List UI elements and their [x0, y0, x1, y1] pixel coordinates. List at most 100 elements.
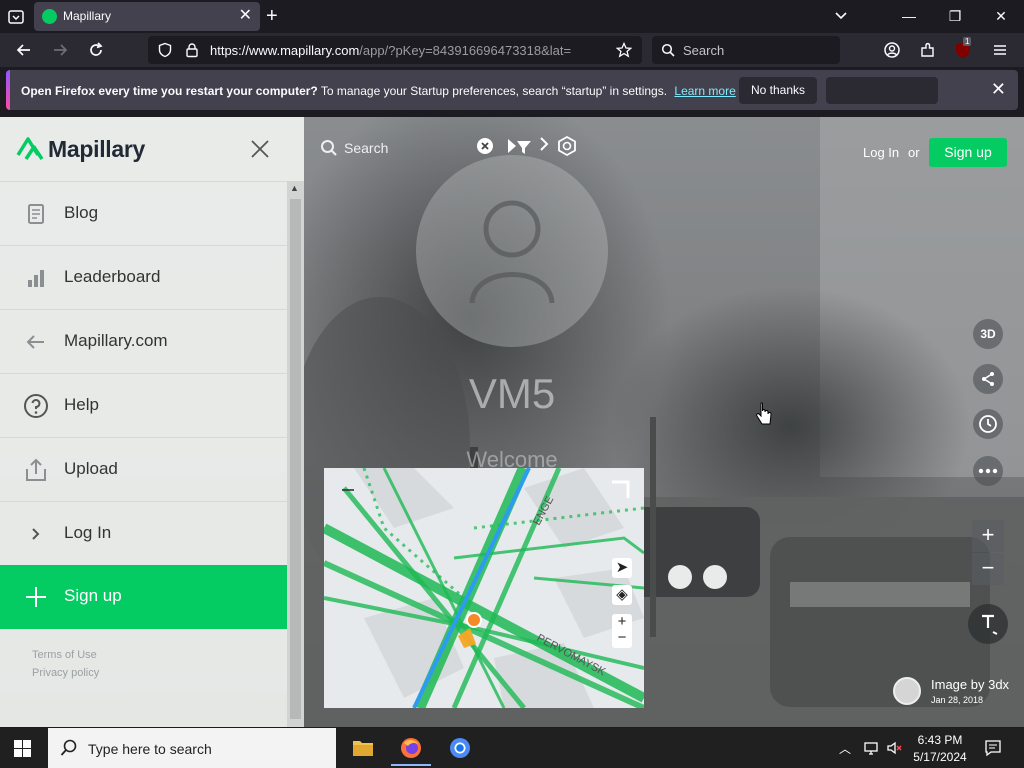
arrow-left-icon	[26, 335, 44, 349]
brand-name: Mapillary	[48, 135, 146, 162]
sidebar-item-label: Upload	[64, 459, 118, 478]
hamburger-menu-icon[interactable]	[990, 40, 1010, 60]
sidebar-item-signup[interactable]: Sign up	[0, 565, 287, 629]
3d-mode-button[interactable]: 3D	[973, 319, 1003, 349]
layers-icon[interactable]: ◈	[612, 585, 632, 605]
sidebar-item-label: Help	[64, 395, 99, 414]
minimize-window-icon[interactable]: —	[894, 4, 924, 28]
mapillary-favicon-icon	[42, 9, 57, 24]
filter-icon[interactable]	[506, 135, 536, 157]
extensions-puzzle-icon[interactable]	[918, 40, 938, 60]
chevron-right-icon	[32, 528, 40, 540]
chevron-up-icon[interactable]: ︿	[839, 740, 855, 756]
mapillary-logo[interactable]: Mapillary	[16, 135, 145, 163]
minimap-canvas[interactable]: ENGE PERVOMAYSK	[324, 468, 644, 708]
notification-center-icon[interactable]	[984, 739, 1002, 757]
search-icon	[60, 739, 77, 756]
set-startup-button[interactable]	[826, 77, 938, 104]
sidebar-item-mapillary-com[interactable]: Mapillary.com	[0, 309, 287, 373]
image-attribution[interactable]: Image by 3dx Jan 28, 2018	[893, 675, 1017, 709]
sidebar-menu: Mapillary Blog Leaderboard Mapillary.com…	[0, 117, 304, 727]
hand-cursor-icon	[756, 402, 772, 425]
profile-username: VM5	[468, 370, 556, 417]
compass-control[interactable]	[968, 604, 1008, 644]
firefox-app[interactable]	[391, 732, 431, 766]
sidebar-scrollbar[interactable]: ▲	[287, 181, 304, 727]
reload-icon[interactable]	[86, 40, 106, 60]
hexagon-layers-icon[interactable]	[556, 135, 578, 157]
close-notification-icon[interactable]: ✕	[991, 79, 1006, 99]
windows-taskbar: Type here to search ︿ 6:43 PM 5/17/2024	[0, 728, 1024, 768]
chrome-app[interactable]	[440, 732, 480, 766]
volume-muted-icon[interactable]	[886, 740, 902, 756]
history-button[interactable]	[973, 409, 1003, 439]
back-icon[interactable]	[14, 40, 34, 60]
clock-date[interactable]: 5/17/2024	[912, 750, 968, 764]
clear-filter-icon[interactable]	[476, 137, 494, 155]
sidebar-item-help[interactable]: Help	[0, 373, 287, 437]
more-options-button[interactable]	[973, 456, 1003, 486]
terms-of-use-link[interactable]: Terms of Use	[32, 649, 97, 661]
browser-tab-bar: Mapillary ✕ + — ❐ ✕	[0, 0, 1024, 33]
chevron-right-icon[interactable]	[538, 136, 550, 152]
clock-time[interactable]: 6:43 PM	[912, 733, 968, 747]
notification-question: Open Firefox every time you restart your…	[21, 84, 318, 98]
windows-start-icon[interactable]	[14, 740, 31, 757]
url-path: /app/?pKey=843916696473318&lat=	[359, 43, 572, 58]
upload-icon	[26, 458, 46, 481]
login-link[interactable]: Log In	[863, 145, 899, 160]
file-explorer-app[interactable]	[343, 732, 383, 766]
learn-more-link[interactable]: Learn more	[674, 84, 735, 98]
scroll-up-icon[interactable]: ▲	[290, 183, 299, 193]
account-icon[interactable]	[882, 40, 902, 60]
shield-icon[interactable]	[157, 42, 173, 58]
minimap[interactable]: ENGE PERVOMAYSK ➤ ◈ + −	[324, 468, 644, 708]
firefox-icon	[401, 738, 421, 758]
browser-search-field[interactable]: Search	[652, 36, 840, 64]
forward-icon[interactable]	[50, 40, 70, 60]
chevron-down-icon[interactable]	[833, 7, 849, 23]
plus-icon	[26, 587, 46, 607]
sidebar-item-label: Log In	[64, 523, 112, 542]
sidebar-item-blog[interactable]: Blog	[0, 181, 287, 245]
network-icon[interactable]	[863, 740, 879, 756]
new-tab-icon[interactable]: +	[266, 6, 278, 26]
tab-list-icon[interactable]	[6, 7, 26, 27]
help-icon	[24, 394, 48, 418]
sign-up-button[interactable]: Sign up	[929, 138, 1007, 167]
bookmark-star-icon[interactable]	[616, 42, 632, 58]
sidebar-item-upload[interactable]: Upload	[0, 437, 287, 501]
share-button[interactable]	[973, 364, 1003, 394]
folder-icon	[353, 741, 373, 756]
sidebar-item-label: Mapillary.com	[64, 331, 168, 350]
lock-icon[interactable]	[184, 42, 200, 58]
sidebar-item-label: Blog	[64, 203, 99, 222]
restore-window-icon[interactable]: ❐	[940, 4, 970, 28]
sidebar-item-label: Sign up	[64, 586, 122, 605]
extension-badge: 1	[963, 37, 972, 46]
sidebar-item-login[interactable]: Log In	[0, 501, 287, 565]
locate-me-icon[interactable]: ➤	[612, 558, 632, 578]
address-bar[interactable]: https://www.mapillary.com/app/?pKey=8439…	[148, 36, 642, 64]
tab-title: Mapillary	[63, 9, 112, 23]
notification-message: Open Firefox every time you restart your…	[21, 84, 736, 98]
close-tab-icon[interactable]: ✕	[239, 8, 252, 24]
map-search-field[interactable]: Search	[320, 139, 388, 157]
minimap-zoom-control[interactable]: + −	[612, 614, 632, 648]
zoom-out-button[interactable]: −	[972, 553, 1004, 585]
user-icon	[469, 200, 555, 304]
zoom-in-button[interactable]: +	[972, 520, 1004, 552]
close-sidebar-icon[interactable]	[248, 137, 272, 161]
ublock-extension-icon[interactable]: 1	[953, 37, 975, 62]
sidebar-menu-list: Blog Leaderboard Mapillary.com Help Uplo…	[0, 181, 287, 629]
notification-accent-stripe	[6, 70, 10, 110]
sidebar-item-leaderboard[interactable]: Leaderboard	[0, 245, 287, 309]
browser-tab[interactable]: Mapillary ✕	[34, 2, 260, 31]
search-icon	[661, 43, 675, 57]
no-thanks-button[interactable]: No thanks	[739, 77, 817, 104]
privacy-policy-link[interactable]: Privacy policy	[32, 667, 99, 679]
close-window-icon[interactable]: ✕	[986, 4, 1016, 28]
scrollbar-thumb[interactable]	[290, 199, 301, 719]
taskbar-search-box[interactable]: Type here to search	[48, 728, 336, 768]
sidebar-item-label: Leaderboard	[64, 267, 161, 286]
